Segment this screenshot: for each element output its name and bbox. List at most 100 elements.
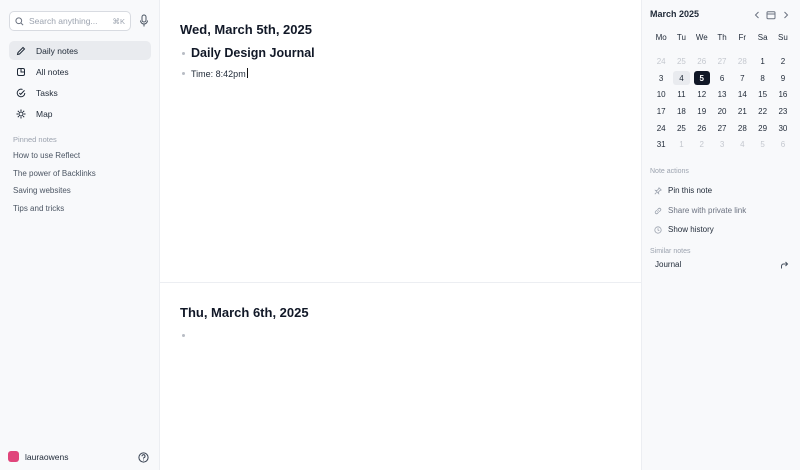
action-label: Pin this note bbox=[668, 186, 713, 195]
calendar-day[interactable]: 17 bbox=[653, 104, 669, 119]
sidebar-nav: Daily notes All notes Tasks Map bbox=[9, 41, 151, 126]
calendar-day[interactable]: 26 bbox=[694, 121, 710, 136]
calendar-day[interactable]: 27 bbox=[714, 121, 730, 136]
calendar-day[interactable]: 2 bbox=[775, 54, 791, 69]
calendar-day[interactable]: 1 bbox=[673, 137, 689, 152]
calendar-day[interactable]: 7 bbox=[734, 71, 750, 86]
link-icon bbox=[654, 207, 662, 215]
link-arrow-icon[interactable] bbox=[780, 261, 789, 270]
nav-item-all-notes[interactable]: All notes bbox=[9, 62, 151, 81]
right-panel: March 2025 Mo Tu We Th Fr Sa Su 24 25 26 27… bbox=[641, 0, 800, 470]
calendar-day[interactable]: 18 bbox=[673, 104, 689, 119]
calendar-day[interactable]: 26 bbox=[694, 54, 710, 69]
daily-notes-editor: Wed, March 5th, 2025 Daily Design Journa… bbox=[160, 0, 641, 470]
calendar-day[interactable]: 14 bbox=[734, 87, 750, 102]
help-icon[interactable] bbox=[138, 452, 149, 463]
calendar-day[interactable]: 5 bbox=[754, 137, 770, 152]
chevron-right-icon[interactable] bbox=[783, 10, 789, 20]
nav-item-daily-notes[interactable]: Daily notes bbox=[9, 41, 151, 60]
calendar-day-selected[interactable]: 5 bbox=[693, 70, 710, 86]
share-link-button[interactable]: Share with private link bbox=[654, 206, 746, 215]
pencil-icon bbox=[16, 46, 26, 56]
calendar-day[interactable]: 15 bbox=[754, 87, 770, 102]
bullet-icon[interactable] bbox=[182, 334, 185, 337]
calendar-day[interactable]: 6 bbox=[775, 137, 791, 152]
pinned-notes-heading: Pinned notes bbox=[13, 135, 57, 144]
sidebar: Search anything... ⌘K Daily notes All no… bbox=[0, 0, 160, 470]
divider bbox=[160, 282, 641, 283]
calendar-day[interactable]: 13 bbox=[714, 87, 730, 102]
calendar-day[interactable]: 4 bbox=[673, 70, 690, 86]
calendar-day[interactable]: 2 bbox=[694, 137, 710, 152]
pinned-note-item[interactable]: Saving websites bbox=[13, 185, 96, 203]
weekday-header: Mo Tu We Th Fr Sa Su bbox=[651, 33, 793, 42]
calendar-day[interactable]: 6 bbox=[714, 71, 730, 86]
search-placeholder: Search anything... bbox=[29, 16, 98, 26]
bullet-icon[interactable] bbox=[182, 52, 185, 55]
calendar-day[interactable]: 11 bbox=[673, 87, 689, 102]
weekday-label: Mo bbox=[655, 33, 667, 42]
calendar-day[interactable]: 24 bbox=[653, 54, 669, 69]
calendar-day[interactable]: 25 bbox=[673, 54, 689, 69]
calendar-day[interactable]: 8 bbox=[754, 71, 770, 86]
similar-notes-heading: Similar notes bbox=[650, 248, 691, 255]
clock-icon bbox=[654, 225, 662, 234]
day-title: Thu, March 6th, 2025 bbox=[180, 305, 309, 320]
calendar-day[interactable]: 1 bbox=[754, 54, 770, 69]
calendar-day[interactable]: 21 bbox=[734, 104, 750, 119]
weekday-label: Fr bbox=[738, 33, 747, 42]
calendar-day[interactable]: 19 bbox=[694, 104, 710, 119]
pinned-notes-list: How to use Reflect The power of Backlink… bbox=[13, 150, 96, 220]
notes-icon bbox=[16, 67, 26, 77]
calendar-day[interactable]: 23 bbox=[775, 104, 791, 119]
calendar-day[interactable]: 16 bbox=[775, 87, 791, 102]
calendar-day[interactable]: 25 bbox=[673, 121, 689, 136]
calendar-day[interactable]: 28 bbox=[734, 54, 750, 69]
note-line-text: Time: 8:42pm bbox=[191, 69, 246, 79]
microphone-icon[interactable] bbox=[138, 14, 150, 28]
note-heading[interactable]: Daily Design Journal bbox=[191, 46, 315, 60]
pinned-note-item[interactable]: The power of Backlinks bbox=[13, 168, 96, 186]
calendar-day[interactable]: 28 bbox=[734, 121, 750, 136]
search-icon bbox=[15, 16, 24, 25]
nav-label: Map bbox=[36, 109, 53, 120]
pinned-note-item[interactable]: How to use Reflect bbox=[13, 150, 96, 168]
note-actions-heading: Note actions bbox=[650, 168, 689, 175]
show-history-button[interactable]: Show history bbox=[654, 225, 714, 234]
calendar-day[interactable]: 4 bbox=[734, 137, 750, 152]
day-title: Wed, March 5th, 2025 bbox=[180, 22, 312, 37]
calendar-day[interactable]: 3 bbox=[714, 137, 730, 152]
search-input[interactable]: Search anything... ⌘K bbox=[9, 11, 131, 31]
weekday-label: Tu bbox=[676, 33, 686, 42]
check-circle-icon bbox=[16, 88, 26, 98]
similar-note-item[interactable]: Journal bbox=[655, 260, 681, 269]
bullet-icon[interactable] bbox=[182, 72, 185, 75]
pinned-note-item[interactable]: Tips and tricks bbox=[13, 203, 96, 221]
nav-item-tasks[interactable]: Tasks bbox=[9, 83, 151, 102]
calendar-day[interactable]: 27 bbox=[714, 54, 730, 69]
calendar-day[interactable]: 10 bbox=[653, 87, 669, 102]
calendar-day[interactable]: 24 bbox=[653, 121, 669, 136]
calendar-day[interactable]: 30 bbox=[775, 121, 791, 136]
user-profile[interactable]: lauraowens bbox=[8, 451, 68, 462]
nav-label: All notes bbox=[36, 66, 69, 77]
calendar-icon[interactable] bbox=[766, 10, 776, 20]
weekday-label: We bbox=[695, 33, 708, 42]
pin-note-button[interactable]: Pin this note bbox=[654, 186, 712, 195]
note-line[interactable]: Time: 8:42pm bbox=[191, 68, 248, 79]
calendar-day[interactable]: 31 bbox=[653, 137, 669, 152]
calendar-day[interactable]: 9 bbox=[775, 71, 791, 86]
calendar-day[interactable]: 22 bbox=[754, 104, 770, 119]
nav-label: Tasks bbox=[36, 87, 58, 98]
nav-item-map[interactable]: Map bbox=[9, 105, 151, 124]
calendar-day[interactable]: 12 bbox=[694, 87, 710, 102]
action-label: Show history bbox=[668, 225, 714, 234]
avatar bbox=[8, 451, 19, 462]
search-shortcut: ⌘K bbox=[112, 16, 125, 26]
calendar-day[interactable]: 20 bbox=[714, 104, 730, 119]
calendar-day[interactable]: 3 bbox=[653, 71, 669, 86]
calendar-day[interactable]: 29 bbox=[754, 121, 770, 136]
chevron-left-icon[interactable] bbox=[754, 10, 760, 20]
weekday-label: Su bbox=[778, 33, 788, 42]
nav-label: Daily notes bbox=[36, 45, 79, 56]
